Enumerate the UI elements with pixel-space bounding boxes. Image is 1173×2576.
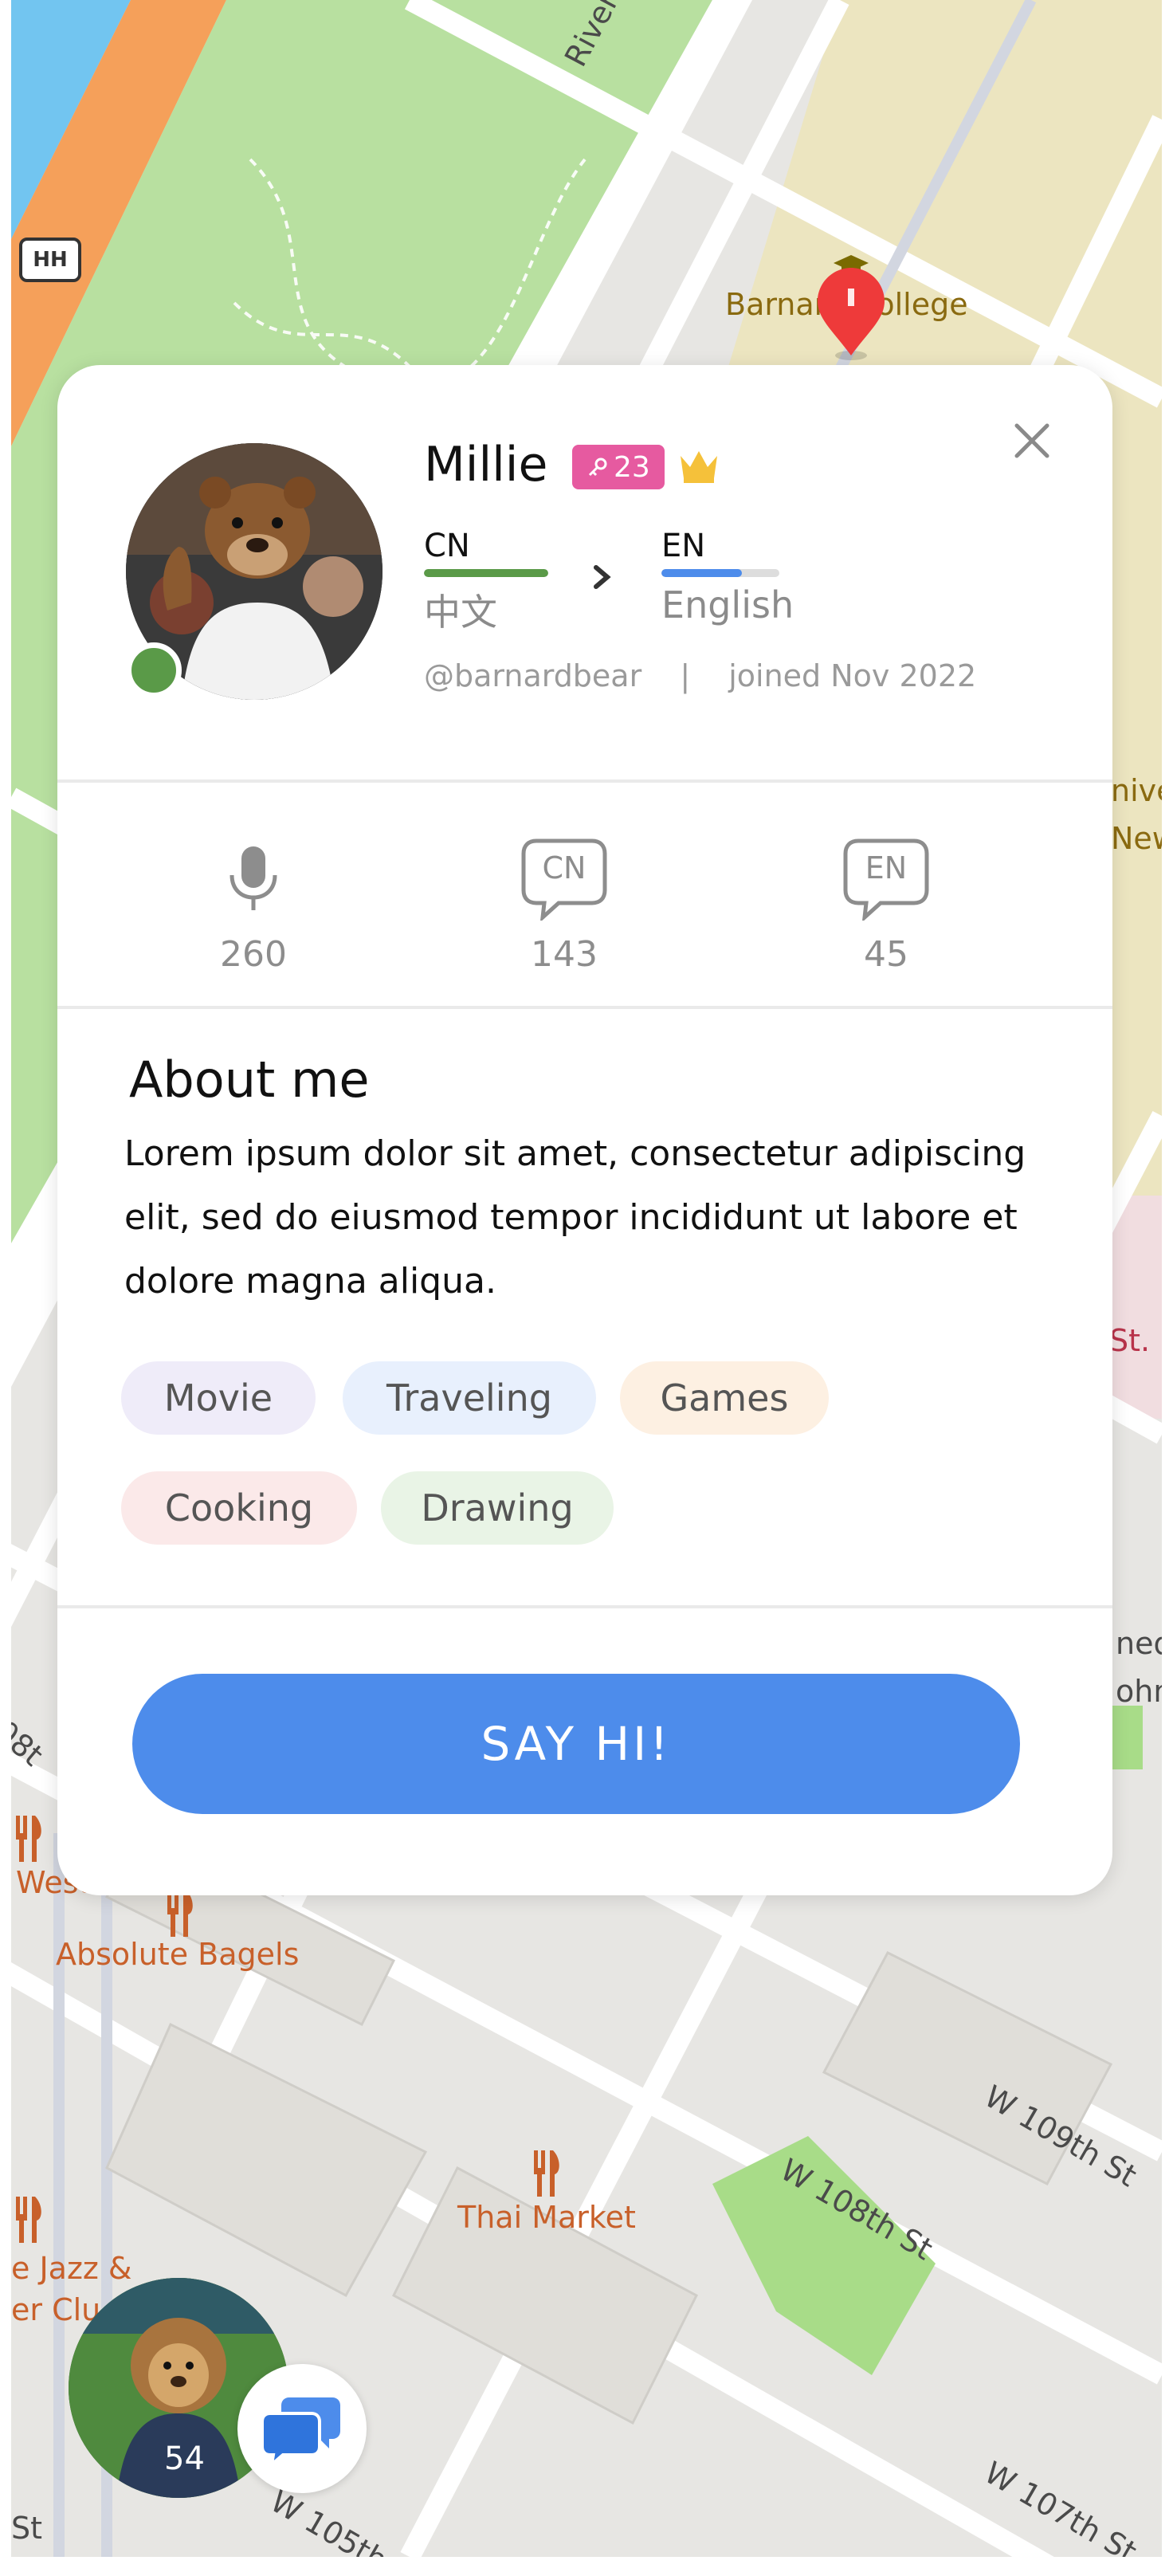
cn-chat-label: CN	[542, 850, 586, 886]
tag-cooking[interactable]: Cooking	[121, 1471, 357, 1545]
target-language: EN English	[661, 528, 794, 626]
svg-text:54: 54	[164, 2441, 205, 2477]
target-lang-bar	[661, 569, 779, 577]
place-label-absolute-bagels: Absolute Bagels	[56, 1937, 300, 1972]
location-pin-icon[interactable]	[813, 236, 889, 363]
native-lang-name: 中文	[424, 591, 497, 634]
highway-shield: HH	[19, 238, 81, 282]
chat-button[interactable]	[237, 2364, 367, 2493]
native-lang-progress	[424, 569, 548, 577]
chat-bubbles-icon	[261, 2397, 340, 2464]
tag-games[interactable]: Games	[620, 1361, 829, 1435]
tag-traveling[interactable]: Traveling	[343, 1361, 596, 1435]
stat-en-messages: EN 45	[806, 835, 966, 975]
stat-value: 45	[864, 934, 908, 975]
native-lang-code: CN	[424, 528, 470, 564]
target-lang-progress	[661, 569, 742, 577]
stat-value: 143	[531, 934, 598, 975]
username: @barnardbear	[424, 658, 642, 693]
native-language: CN 中文	[424, 528, 548, 636]
online-status-indicator	[126, 642, 182, 698]
tag-drawing[interactable]: Drawing	[381, 1471, 614, 1545]
place-label: er Clu	[11, 2292, 101, 2327]
place-label: nive	[1111, 773, 1162, 808]
key-icon	[588, 457, 607, 477]
stat-calls: 260	[174, 835, 333, 975]
meta-separator: |	[680, 658, 691, 693]
join-date: joined Nov 2022	[728, 658, 977, 693]
level-value: 23	[614, 450, 650, 484]
microphone-icon	[230, 846, 277, 910]
cn-chat-icon: CN	[520, 838, 608, 921]
place-label: ned	[1116, 1626, 1162, 1661]
restaurant-icon	[16, 1816, 41, 1862]
divider	[57, 1006, 1112, 1009]
place-label: St.	[1109, 1323, 1151, 1358]
chevron-right-icon	[594, 565, 611, 589]
profile-name: Millie	[424, 437, 548, 493]
say-hi-button[interactable]: SAY HI!	[132, 1674, 1020, 1814]
place-label: ohn	[1116, 1674, 1162, 1709]
profile-card: Millie 23 CN 中文 EN English @barnardbear …	[57, 365, 1112, 1895]
divider	[57, 1605, 1112, 1608]
stat-cn-messages: CN 143	[484, 835, 644, 975]
crown-icon	[681, 451, 717, 483]
divider	[57, 779, 1112, 783]
profile-meta: @barnardbear | joined Nov 2022	[424, 658, 1005, 693]
en-chat-label: EN	[865, 850, 908, 886]
native-lang-bar	[424, 569, 548, 577]
stat-value: 260	[220, 934, 287, 975]
profile-avatar-wrap	[126, 443, 382, 700]
restaurant-icon	[16, 2197, 41, 2243]
about-text: Lorem ipsum dolor sit amet, consectetur …	[124, 1133, 1026, 1302]
level-badge: 23	[572, 445, 665, 489]
close-icon[interactable]	[1004, 413, 1060, 469]
tag-movie[interactable]: Movie	[121, 1361, 316, 1435]
street-label: St	[11, 2511, 43, 2546]
about-title: About me	[129, 1050, 370, 1109]
place-label: e Jazz &	[11, 2251, 132, 2286]
en-chat-icon: EN	[842, 838, 930, 921]
place-label: New	[1111, 821, 1162, 856]
place-label-thai-market: Thai Market	[457, 2200, 636, 2235]
restaurant-icon	[534, 2150, 559, 2197]
restaurant-icon	[167, 1891, 193, 1937]
target-lang-code: EN	[661, 528, 706, 564]
target-lang-name: English	[661, 583, 794, 626]
